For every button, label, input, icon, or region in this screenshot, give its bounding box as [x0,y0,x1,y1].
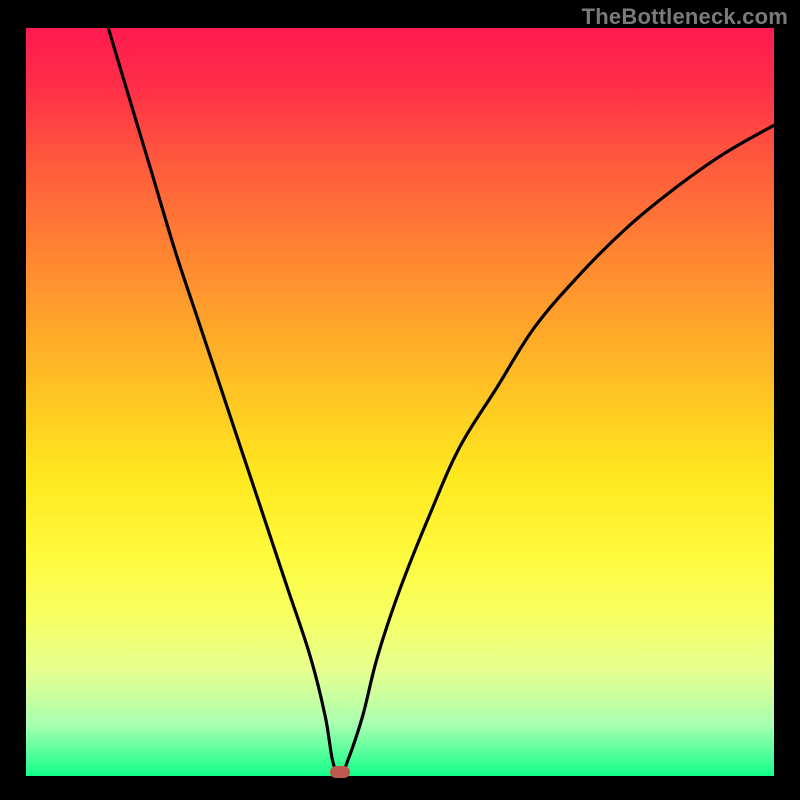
watermark-text: TheBottleneck.com [582,4,788,30]
bottleneck-curve [26,28,774,776]
plot-area [26,28,774,776]
optimum-marker-icon [330,766,350,778]
chart-frame: TheBottleneck.com [0,0,800,800]
